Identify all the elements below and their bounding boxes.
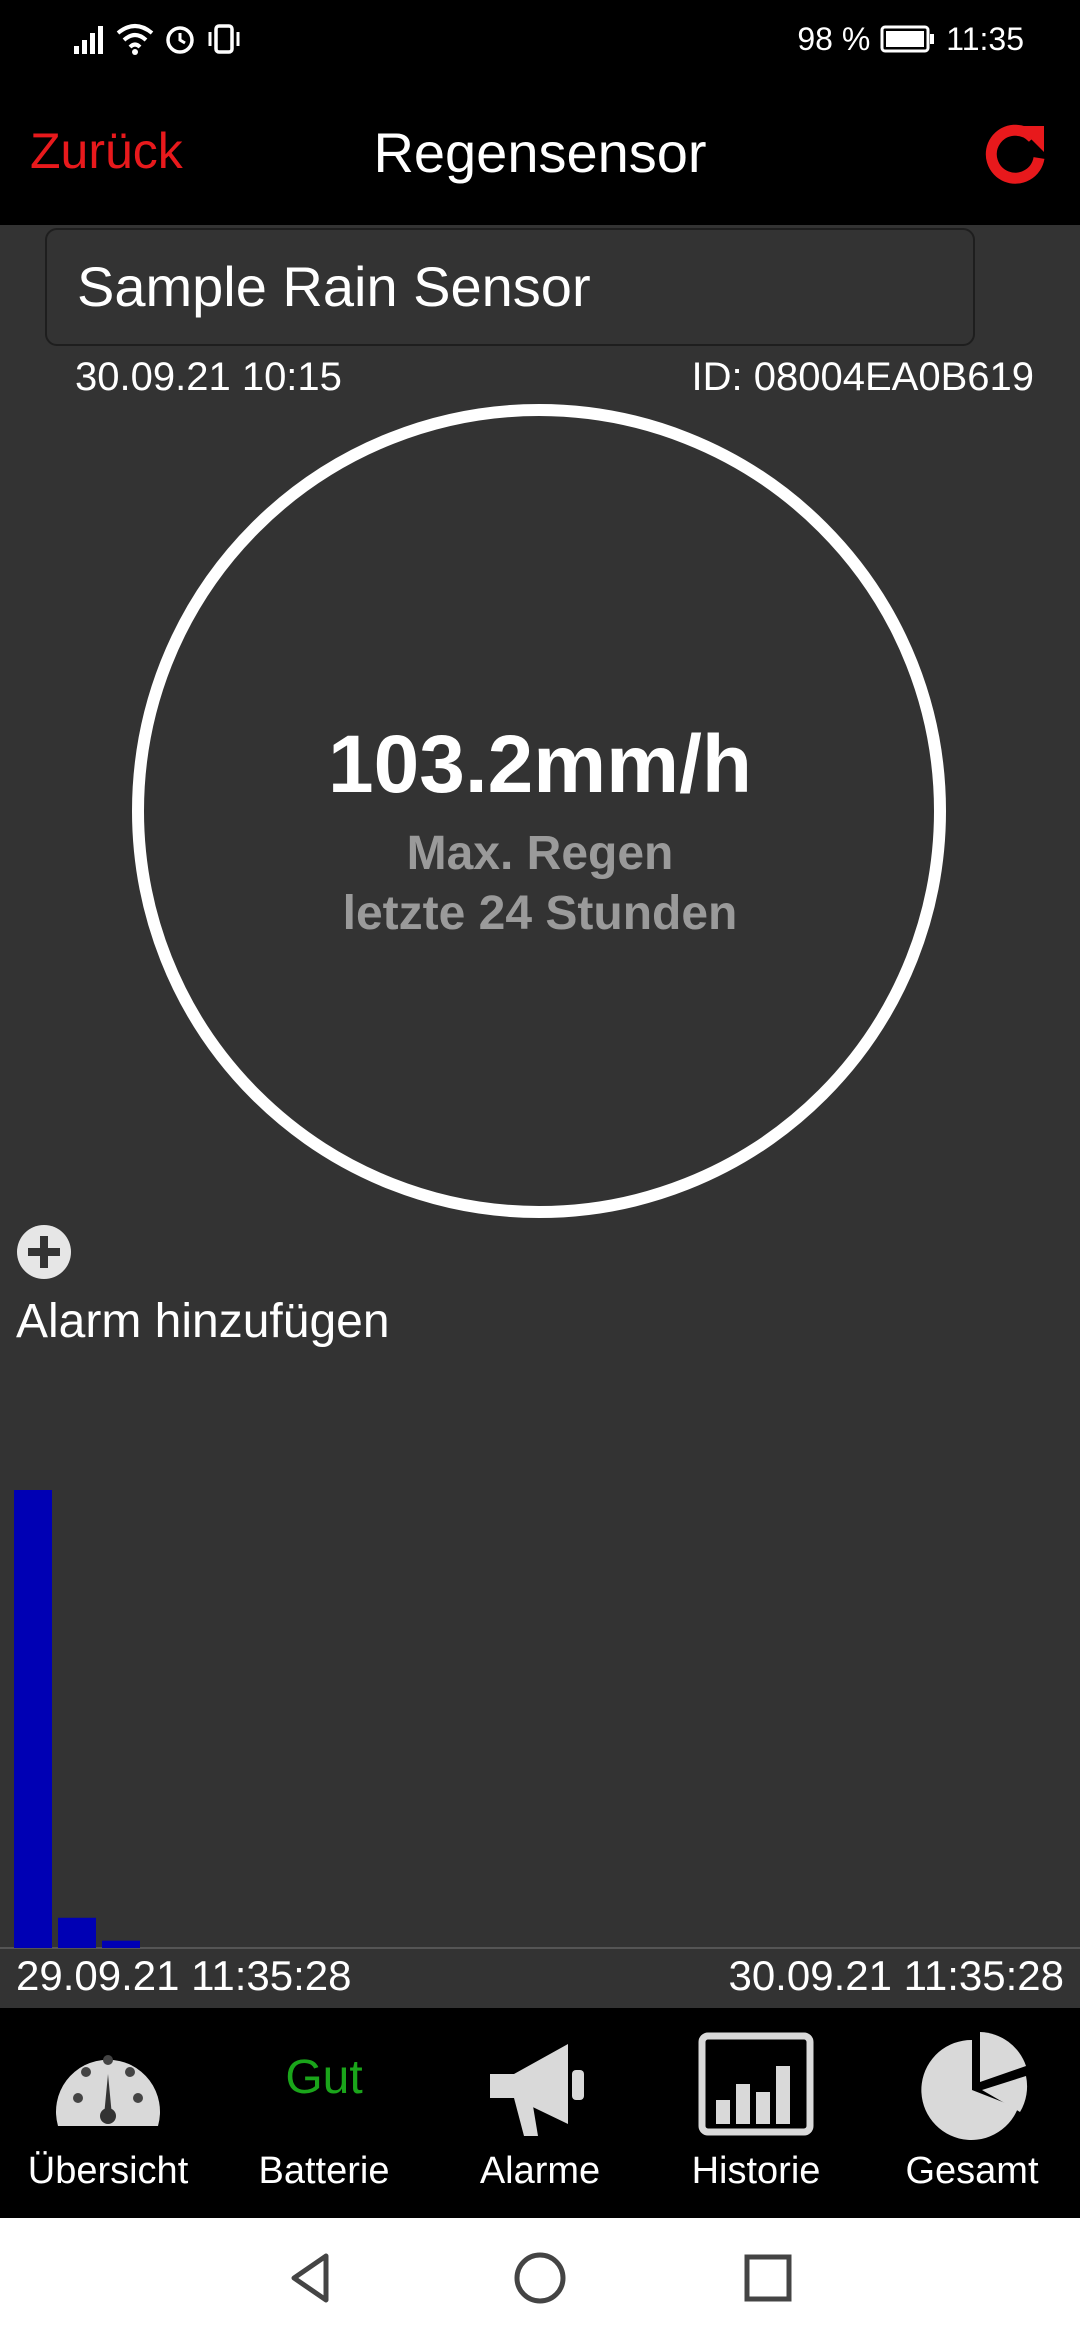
vibrate-icon [208,24,240,54]
tab-label: Alarme [479,2150,601,2192]
nav-bar: Zurück Regensensor [0,80,1080,225]
tab-history[interactable]: Historie [648,2008,864,2218]
status-right: 98 % 11:35 [797,16,1024,62]
chart-bar [58,1917,96,1948]
tab-label: Batterie [258,2150,390,2192]
bar-chart-icon [698,2032,814,2136]
battery-status: Gut [285,2051,363,2104]
chart-end-time: 30.09.21 11:35:28 [728,1952,1064,1999]
clock: 11:35 [946,20,1024,57]
tab-total[interactable]: Gesamt [864,2008,1080,2218]
last-update-date: 30.09.21 10:15 [75,355,342,399]
refresh-icon[interactable] [980,118,1050,188]
back-nav-icon[interactable] [282,2248,342,2308]
signal-icon [74,26,103,54]
tab-label: Gesamt [905,2150,1039,2192]
rain-value: 103.2mm/h [328,719,752,810]
pie-chart-icon [921,2032,1028,2140]
tab-battery[interactable]: Gut Batterie [216,2008,432,2218]
wifi-icon [116,24,154,55]
tab-bar: Übersicht Gut Batterie Alarme Historie G… [0,2008,1080,2218]
alarm-clock-icon [166,26,194,54]
sensor-id: ID: 08004EA0B619 [691,355,1034,399]
tab-label: Übersicht [27,2150,189,2192]
system-nav-bar [0,2218,1080,2340]
chart-bar [14,1490,52,1948]
status-bar: 98 % 11:35 [0,0,1080,80]
battery-percent: 98 % [797,20,871,57]
caption-line-1: Max. Regen [406,827,674,880]
add-alarm-label[interactable]: Alarm hinzufügen [16,1294,390,1349]
megaphone-icon [490,2044,584,2136]
page-title: Regensensor [373,121,707,184]
gauge-icon [55,2055,160,2126]
tab-alarms[interactable]: Alarme [432,2008,648,2218]
add-alarm-icon[interactable] [16,1224,72,1280]
tab-overview[interactable]: Übersicht [0,2008,216,2218]
chart-start-time: 29.09.21 11:35:28 [16,1952,352,1999]
caption-line-2: letzte 24 Stunden [342,887,738,940]
status-icons [72,18,242,60]
recents-nav-icon[interactable] [738,2248,798,2308]
sensor-name-field[interactable]: Sample Rain Sensor [45,228,975,346]
home-nav-icon[interactable] [510,2248,570,2308]
chart-bar [102,1940,140,1948]
battery-icon [880,25,935,53]
tab-label: Historie [691,2150,821,2192]
rain-history-chart [0,1490,1080,1949]
sensor-name: Sample Rain Sensor [77,255,591,318]
